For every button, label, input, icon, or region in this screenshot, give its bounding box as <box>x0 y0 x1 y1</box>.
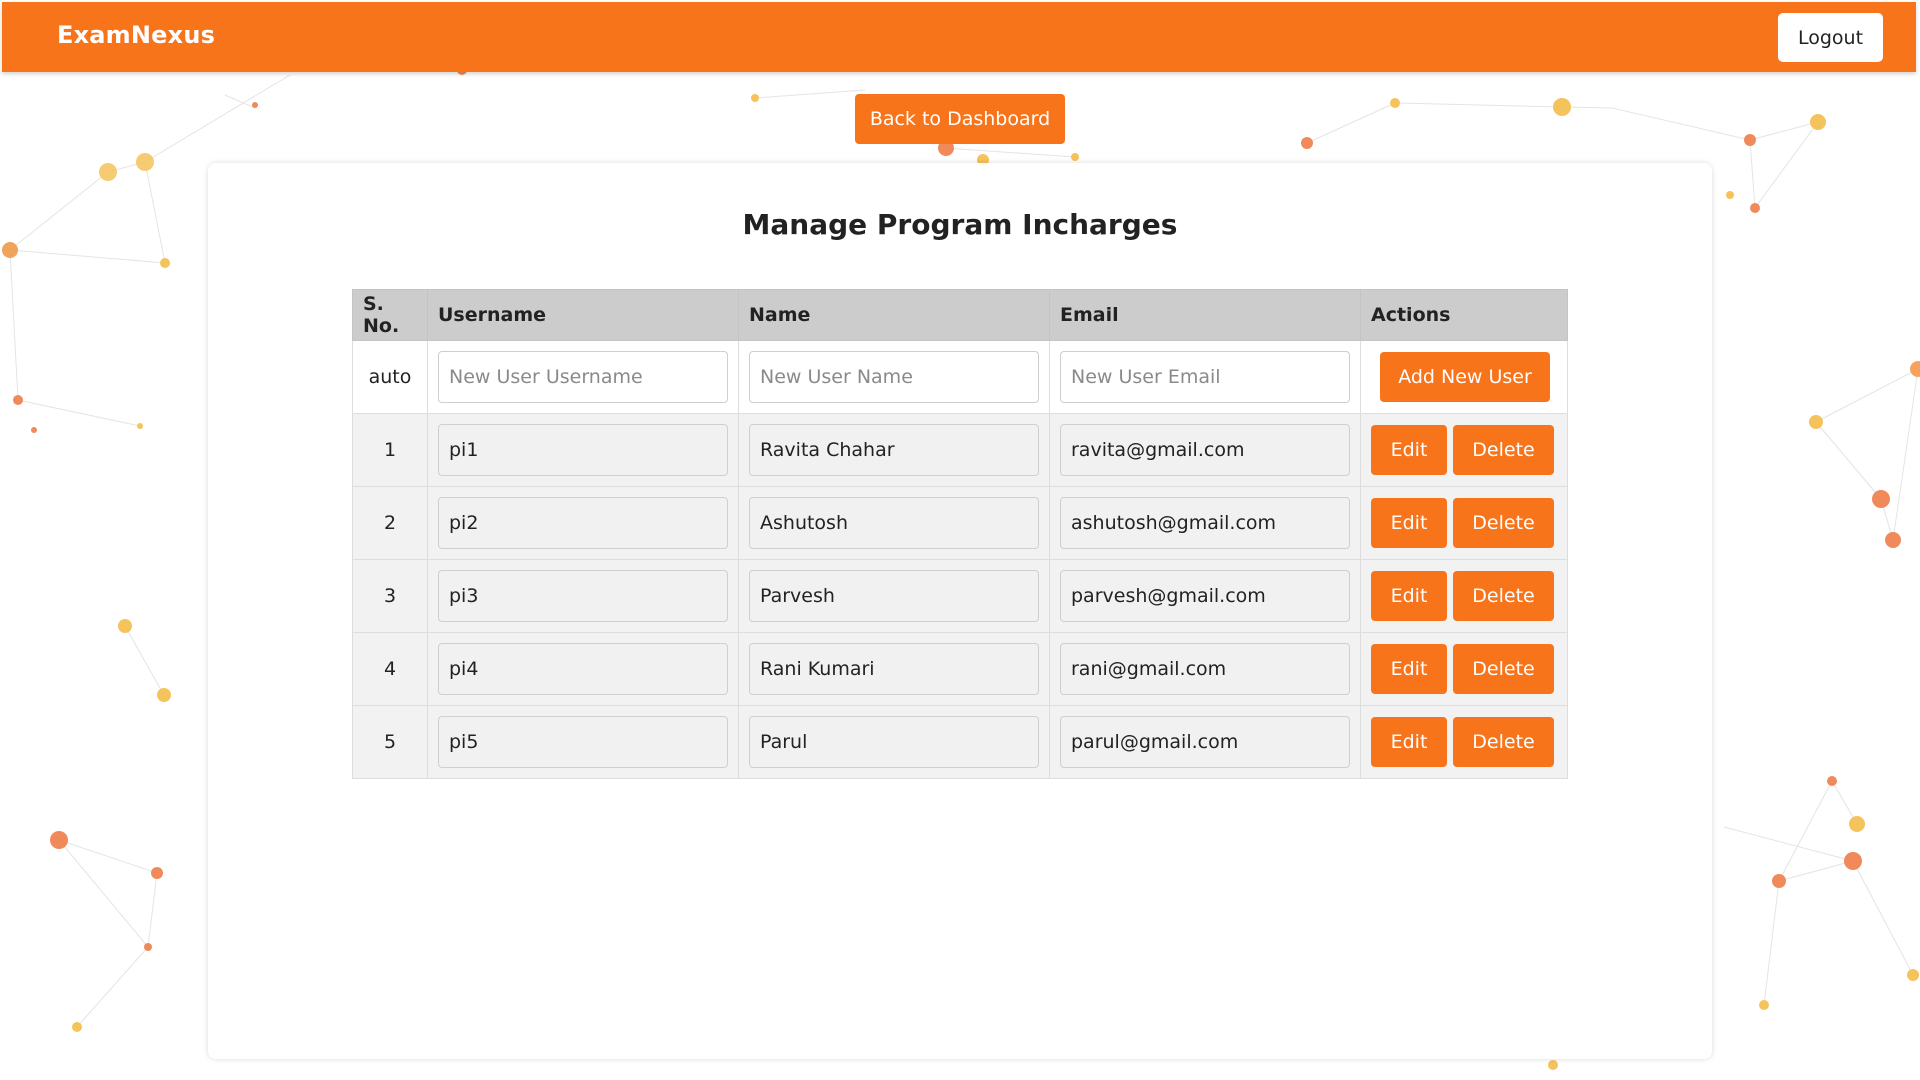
row-actions: Edit Delete <box>1360 705 1568 779</box>
back-to-dashboard-button[interactable]: Back to Dashboard <box>855 94 1065 144</box>
delete-button[interactable]: Delete <box>1453 498 1554 548</box>
new-email-cell <box>1049 340 1361 414</box>
username-input[interactable] <box>438 570 728 622</box>
email-cell <box>1049 705 1361 779</box>
table-row: 4 EditDelete <box>352 632 1568 706</box>
email-cell <box>1049 486 1361 560</box>
username-input[interactable] <box>438 497 728 549</box>
row-actions: Edit Delete <box>1360 632 1568 706</box>
email-input[interactable] <box>1060 716 1350 768</box>
email-cell <box>1049 413 1361 487</box>
row-sno: 2 <box>352 486 428 560</box>
email-cell <box>1049 559 1361 633</box>
row-sno: 5 <box>352 705 428 779</box>
table-row: 5 EditDelete <box>352 705 1568 779</box>
email-input[interactable] <box>1060 497 1350 549</box>
header-email: Email <box>1049 289 1361 341</box>
header-sno: S. No. <box>352 289 428 341</box>
name-cell <box>738 632 1050 706</box>
email-input[interactable] <box>1060 643 1350 695</box>
row-actions: Edit Delete <box>1360 413 1568 487</box>
username-cell <box>427 413 739 487</box>
row-sno: 1 <box>352 413 428 487</box>
header-username: Username <box>427 289 739 341</box>
manage-panel: Manage Program Incharges S. No. Username… <box>208 163 1712 1059</box>
username-input[interactable] <box>438 643 728 695</box>
edit-button[interactable]: Edit <box>1371 498 1447 548</box>
header-name: Name <box>738 289 1050 341</box>
name-input[interactable] <box>749 643 1039 695</box>
name-cell <box>738 559 1050 633</box>
new-email-input[interactable] <box>1060 351 1350 403</box>
new-name-cell <box>738 340 1050 414</box>
edit-button[interactable]: Edit <box>1371 425 1447 475</box>
page-title: Manage Program Incharges <box>742 208 1178 241</box>
name-input[interactable] <box>749 497 1039 549</box>
table-header-row: S. No. Username Name Email Actions <box>352 289 1568 341</box>
add-new-user-button[interactable]: Add New User <box>1380 352 1550 402</box>
logout-button[interactable]: Logout <box>1778 13 1883 62</box>
name-input[interactable] <box>749 716 1039 768</box>
name-cell <box>738 486 1050 560</box>
username-input[interactable] <box>438 424 728 476</box>
edit-button[interactable]: Edit <box>1371 717 1447 767</box>
username-cell <box>427 486 739 560</box>
delete-button[interactable]: Delete <box>1453 425 1554 475</box>
header-actions: Actions <box>1360 289 1568 341</box>
table-row: 3 EditDelete <box>352 559 1568 633</box>
name-cell <box>738 705 1050 779</box>
table-row: 1 EditDelete <box>352 413 1568 487</box>
username-cell <box>427 559 739 633</box>
row-actions: Edit Delete <box>1360 559 1568 633</box>
delete-button[interactable]: Delete <box>1453 717 1554 767</box>
edit-button[interactable]: Edit <box>1371 644 1447 694</box>
new-row-actions: Add New User <box>1360 340 1568 414</box>
new-user-row: auto Add New User <box>352 340 1568 414</box>
new-name-input[interactable] <box>749 351 1039 403</box>
name-input[interactable] <box>749 424 1039 476</box>
delete-button[interactable]: Delete <box>1453 644 1554 694</box>
brand-logo[interactable]: ExamNexus <box>57 21 215 49</box>
row-sno: 4 <box>352 632 428 706</box>
email-input[interactable] <box>1060 424 1350 476</box>
email-cell <box>1049 632 1361 706</box>
name-input[interactable] <box>749 570 1039 622</box>
users-table: S. No. Username Name Email Actions auto <box>352 289 1568 779</box>
name-cell <box>738 413 1050 487</box>
row-sno: 3 <box>352 559 428 633</box>
email-input[interactable] <box>1060 570 1350 622</box>
row-actions: Edit Delete <box>1360 486 1568 560</box>
username-cell <box>427 705 739 779</box>
table-row: 2 EditDelete <box>352 486 1568 560</box>
top-navbar: ExamNexus Logout <box>2 2 1916 72</box>
new-username-input[interactable] <box>438 351 728 403</box>
new-row-sno: auto <box>352 340 428 414</box>
username-input[interactable] <box>438 716 728 768</box>
new-username-cell <box>427 340 739 414</box>
edit-button[interactable]: Edit <box>1371 571 1447 621</box>
username-cell <box>427 632 739 706</box>
delete-button[interactable]: Delete <box>1453 571 1554 621</box>
